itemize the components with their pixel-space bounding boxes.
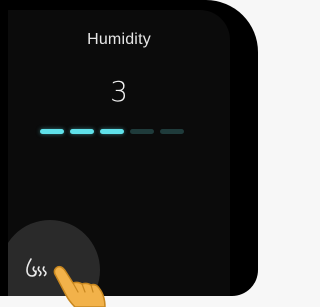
humidity-value: 3 (110, 75, 128, 108)
humidity-icon[interactable] (25, 255, 53, 279)
hand-pointer-icon (53, 265, 106, 307)
device-frame: Humidity 3 (0, 0, 258, 296)
screen: Humidity 3 (8, 10, 230, 296)
level-segment-inactive (160, 129, 184, 134)
humidity-level-bar[interactable] (40, 129, 184, 134)
level-segment-active (70, 129, 94, 134)
level-segment-active (100, 129, 124, 134)
page-title: Humidity (87, 31, 151, 48)
level-segment-inactive (130, 129, 154, 134)
level-segment-active (40, 129, 64, 134)
